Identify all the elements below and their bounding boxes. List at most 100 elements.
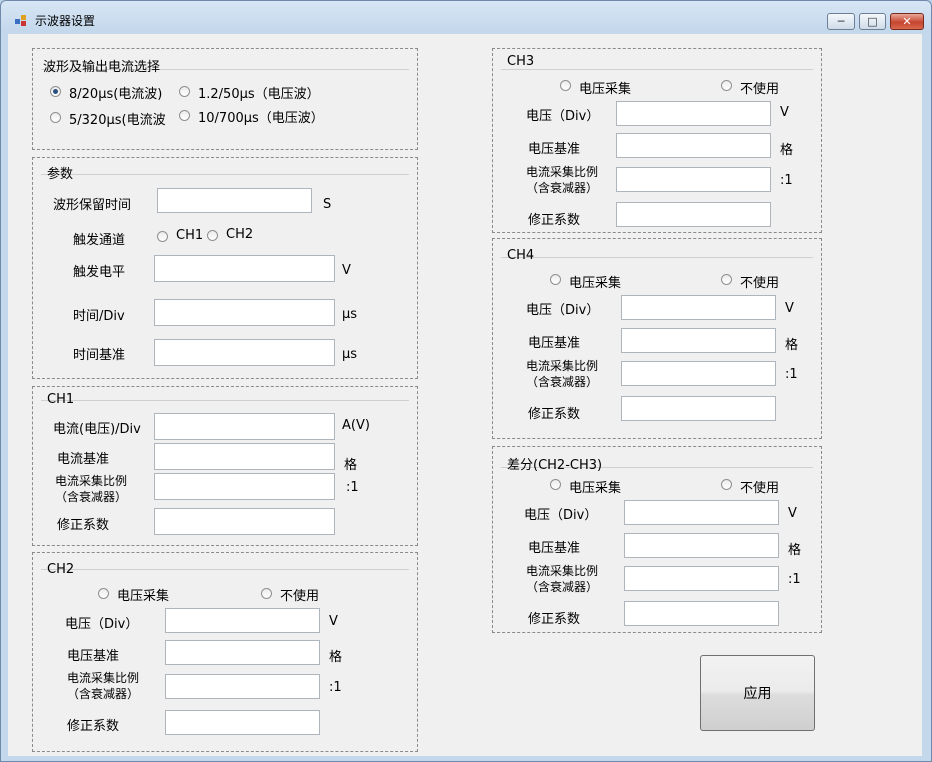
ch2-voltage-acq-label[interactable]: 电压采集 [117,585,169,604]
diff-div-unit: V [788,506,797,521]
ch2-div-label: 电压（Div） [65,617,139,632]
ch4-correction-input[interactable] [621,396,776,421]
diff-voltage-acq-radio[interactable] [550,479,561,490]
ch2-div-unit: V [329,614,338,629]
ch1-correction-label: 修正系数 [57,518,110,533]
ch2-not-used-radio[interactable] [261,588,272,599]
ch2-ratio-label: 电流采集比例 （含衰减器） [67,670,139,702]
ch3-not-used-radio[interactable] [721,80,732,91]
ch4-group-label: CH4 [507,248,535,263]
trigger-ch2-radio[interactable] [207,230,218,241]
diff-ratio-input[interactable] [624,566,779,591]
ch3-not-used-label[interactable]: 不使用 [740,78,779,97]
ch1-ratio-label: 电流采集比例 （含衰减器） [55,473,127,505]
diff-div-label: 电压（Div） [524,508,598,523]
ch1-div-input[interactable] [154,413,335,440]
ch1-group-label: CH1 [47,392,75,407]
diff-correction-label: 修正系数 [528,612,581,627]
waveform-option-1-2-50[interactable]: 1.2/50μs（电压波） [198,83,320,102]
waveform-group: 波形及输出电流选择 8/20μs(电流波) 1.2/50μs（电压波） 5/32… [32,48,418,150]
ch1-ratio-input[interactable] [154,473,335,500]
ch1-div-label: 电流(电压)/Div [53,422,141,437]
trigger-ch1-label[interactable]: CH1 [176,228,203,243]
ch3-ratio-label: 电流采集比例 （含衰减器） [526,164,598,196]
ch4-base-input[interactable] [621,328,776,353]
window-title: 示波器设置 [35,14,96,28]
ch4-voltage-acq-label[interactable]: 电压采集 [569,272,621,291]
waveform-group-label: 波形及输出电流选择 [43,60,161,75]
waveform-radio-8-20[interactable] [50,86,61,97]
ch2-voltage-acq-radio[interactable] [98,588,109,599]
trigger-ch2-label[interactable]: CH2 [226,227,253,242]
waveform-option-5-320[interactable]: 5/320μs(电流波 [69,109,166,128]
diff-ratio-label: 电流采集比例 （含衰减器） [526,563,598,595]
title-bar[interactable]: 示波器设置 ─ □ ✕ [1,1,931,35]
ch2-group-label: CH2 [47,562,75,577]
ch2-group: CH2 电压采集 不使用 电压（Div） V 电压基准 格 电流采集比例 （含衰… [32,552,418,752]
ch3-group-label: CH3 [507,54,535,69]
waveform-radio-5-320[interactable] [50,112,61,123]
client-area: 波形及输出电流选择 8/20μs(电流波) 1.2/50μs（电压波） 5/32… [8,34,922,756]
ch2-correction-input[interactable] [165,710,320,735]
diff-correction-input[interactable] [624,601,779,626]
ch1-ratio-unit: :1 [346,480,359,495]
ch3-ratio-input[interactable] [616,167,771,192]
apply-button[interactable]: 应用 [700,655,815,731]
maximize-button[interactable]: □ [859,13,886,30]
diff-div-input[interactable] [624,500,779,525]
time-base-unit: μs [342,347,358,362]
ch3-div-unit: V [780,105,789,120]
close-icon: ✕ [902,15,912,28]
ch4-correction-label: 修正系数 [528,407,581,422]
close-button[interactable]: ✕ [890,13,924,30]
ch1-correction-input[interactable] [154,508,335,535]
ch2-base-label: 电压基准 [67,649,120,664]
waveform-radio-10-700[interactable] [179,110,190,121]
ch2-div-input[interactable] [165,608,320,633]
ch4-not-used-label[interactable]: 不使用 [740,272,779,291]
waveform-option-8-20[interactable]: 8/20μs(电流波) [69,83,162,102]
ch1-base-label: 电流基准 [57,452,110,467]
waveform-radio-1-2-50[interactable] [179,86,190,97]
ch2-not-used-label[interactable]: 不使用 [280,585,319,604]
ch2-ratio-input[interactable] [165,674,320,699]
ch3-voltage-acq-radio[interactable] [560,80,571,91]
diff-ratio-label-line1: 电流采集比例 [526,564,599,578]
ch2-base-input[interactable] [165,640,320,665]
ch4-ratio-label-line1: 电流采集比例 [526,359,599,373]
diff-voltage-acq-label[interactable]: 电压采集 [569,477,621,496]
diff-group-label: 差分(CH2-CH3) [507,458,603,473]
hold-time-unit: S [323,197,332,212]
trigger-level-unit: V [342,263,351,278]
ch3-div-input[interactable] [616,101,771,126]
ch4-base-unit: 格 [785,338,799,353]
time-div-label: 时间/Div [73,309,125,324]
diff-not-used-radio[interactable] [721,479,732,490]
time-base-label: 时间基准 [73,348,126,363]
time-base-input[interactable] [154,339,335,366]
ch3-correction-input[interactable] [616,202,771,227]
ch4-not-used-radio[interactable] [721,274,732,285]
diff-base-input[interactable] [624,533,779,558]
hold-time-input[interactable] [157,188,312,213]
params-group-label: 参数 [47,167,74,182]
diff-not-used-label[interactable]: 不使用 [740,477,779,496]
ch4-base-label: 电压基准 [528,336,581,351]
ch3-voltage-acq-label[interactable]: 电压采集 [579,78,631,97]
ch4-voltage-acq-radio[interactable] [550,274,561,285]
time-div-input[interactable] [154,299,335,326]
ch3-ratio-label-line1: 电流采集比例 [526,165,599,179]
waveform-option-10-700[interactable]: 10/700μs（电压波） [198,107,324,126]
ch1-base-input[interactable] [154,443,335,470]
trigger-level-input[interactable] [154,255,335,282]
ch4-div-input[interactable] [621,295,776,320]
ch4-div-unit: V [785,301,794,316]
minimize-button[interactable]: ─ [827,13,855,30]
trigger-ch1-radio[interactable] [157,231,168,242]
ch1-ratio-label-line1: 电流采集比例 [55,474,128,488]
ch3-base-input[interactable] [616,133,771,158]
ch1-base-unit: 格 [344,458,358,473]
ch1-group: CH1 电流(电压)/Div A(V) 电流基准 格 电流采集比例 （含衰减器）… [32,386,418,546]
ch4-ratio-input[interactable] [621,361,776,386]
ch3-correction-label: 修正系数 [528,213,581,228]
